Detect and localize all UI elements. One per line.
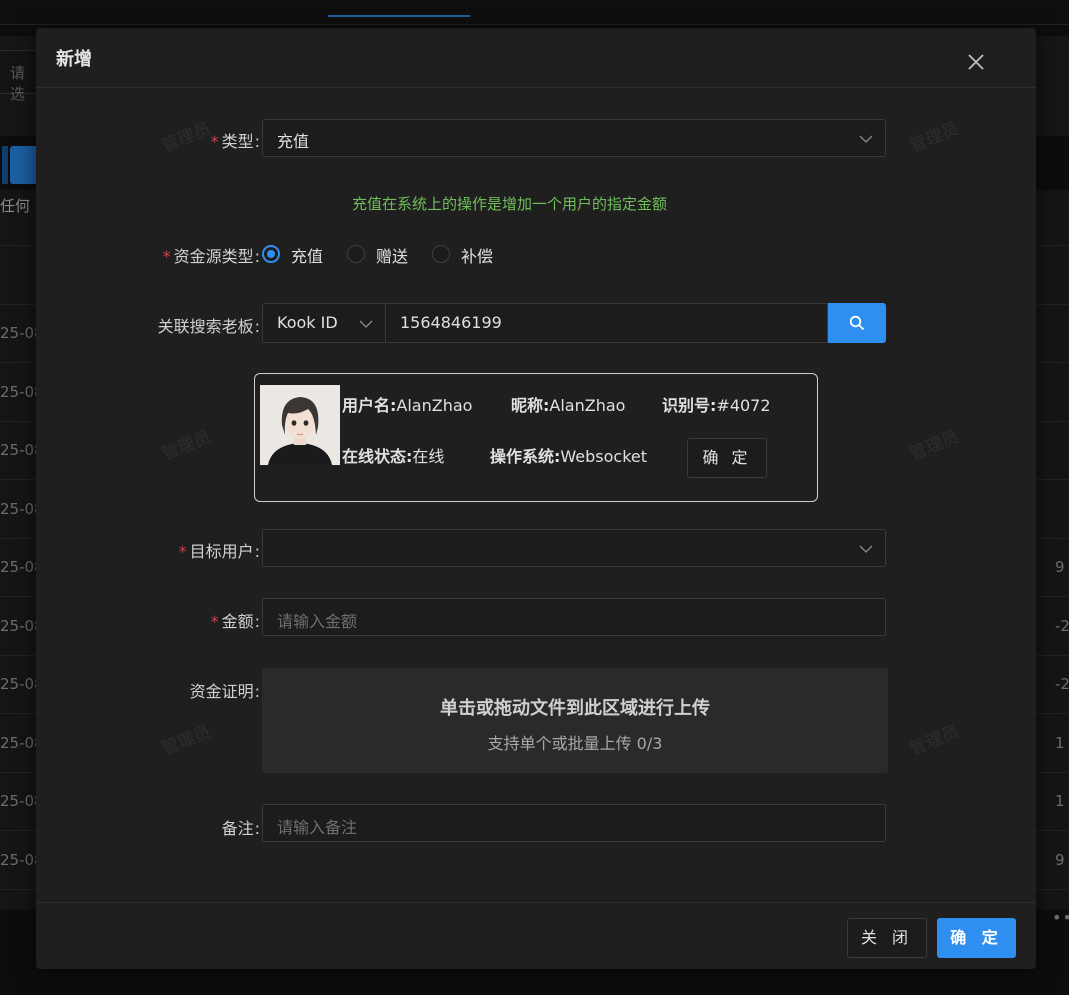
add-dialog: 管理员 管理员 管理员 管理员 管理员 管理员 管理员 管理员 管理员 新增 *… [36, 28, 1036, 969]
table-cell-value: 9 [1055, 558, 1065, 576]
upload-title: 单击或拖动文件到此区域进行上传 [440, 698, 710, 719]
radio-circle [262, 245, 280, 263]
table-cell-value: 1 [1055, 734, 1065, 752]
close-icon[interactable] [964, 50, 988, 74]
dialog-header: 新增 [36, 28, 1036, 88]
card-confirm-button[interactable]: 确 定 [687, 438, 767, 478]
amount-input[interactable]: 请输入金额 [262, 598, 886, 636]
type-select-value: 充值 [277, 132, 310, 151]
fund-source-label: * 资金源类型: [162, 247, 260, 266]
active-tab-indicator [328, 15, 470, 17]
type-hint: 充值在系统上的操作是增加一个用户的指定金额 [352, 195, 668, 213]
more-icon[interactable]: •• [1052, 908, 1069, 927]
bg-search-input[interactable]: 请选 [0, 50, 37, 103]
table-cell-value: -2 [1055, 675, 1069, 693]
boss-id-input[interactable]: 1564846199 [385, 303, 828, 343]
remark-input[interactable]: 请输入备注 [262, 804, 886, 842]
bg-search-placeholder: 请选 [10, 64, 26, 103]
boss-id-value: 1564846199 [400, 313, 502, 332]
upload-hint: 支持单个或批量上传 0/3 [487, 734, 663, 753]
watermark: 管理员 [159, 118, 214, 157]
chevron-down-icon [859, 131, 873, 150]
watermark: 管理员 [907, 118, 962, 157]
close-button[interactable]: 关 闭 [847, 918, 927, 958]
amount-placeholder: 请输入金额 [277, 612, 358, 631]
boss-search-group: Kook ID 1564846199 [262, 303, 886, 343]
chevron-down-icon [859, 541, 873, 560]
id-type-select[interactable]: Kook ID [262, 303, 386, 343]
search-icon [849, 315, 865, 331]
type-select[interactable]: 充值 [262, 119, 886, 157]
dialog-title: 新增 [56, 49, 92, 70]
watermark: 管理员 [907, 721, 962, 760]
dialog-footer: 关 闭 确 定 [36, 902, 1036, 969]
type-label: * 类型: [210, 132, 260, 151]
identifier-field: 识别号:#4072 [662, 396, 771, 415]
radio-circle [347, 245, 365, 263]
table-header-cell: 任何 [0, 197, 31, 215]
id-type-value: Kook ID [277, 313, 338, 332]
remark-placeholder: 请输入备注 [277, 818, 358, 837]
bg-button-edge [2, 146, 8, 184]
remark-label: 备注: [221, 819, 260, 838]
watermark: 管理员 [907, 426, 962, 465]
upload-dropzone[interactable]: 单击或拖动文件到此区域进行上传 支持单个或批量上传 0/3 [262, 668, 888, 773]
chevron-down-icon [359, 316, 373, 335]
watermark: 管理员 [159, 721, 214, 760]
radio-circle [432, 245, 450, 263]
nickname-field: 昵称:AlanZhao [511, 396, 626, 415]
ok-button[interactable]: 确 定 [937, 918, 1016, 958]
search-button[interactable] [828, 303, 886, 343]
os-field: 操作系统:Websocket [490, 447, 648, 466]
table-cell-value: -2 [1055, 617, 1069, 635]
top-nav [0, 0, 1069, 25]
amount-label: * 金额: [210, 612, 260, 631]
target-user-select[interactable] [262, 529, 886, 567]
radio-label: 充值 [291, 247, 324, 266]
radio-label: 赠送 [376, 247, 409, 266]
boss-search-label: 关联搜索老板: [157, 317, 260, 336]
user-info-card: 用户名:AlanZhao 昵称:AlanZhao 识别号:#4072 在线状态:… [254, 373, 818, 502]
table-cell-value: 9 [1055, 851, 1065, 869]
radio-label: 补偿 [461, 247, 494, 266]
watermark: 管理员 [159, 426, 214, 465]
target-user-label: * 目标用户: [178, 542, 260, 561]
proof-label: 资金证明: [189, 682, 260, 701]
bg-primary-button[interactable] [10, 146, 36, 184]
username-field: 用户名:AlanZhao [342, 396, 473, 415]
online-status-field: 在线状态:在线 [342, 447, 445, 466]
table-cell-value: 1 [1055, 792, 1065, 810]
avatar [260, 385, 340, 465]
